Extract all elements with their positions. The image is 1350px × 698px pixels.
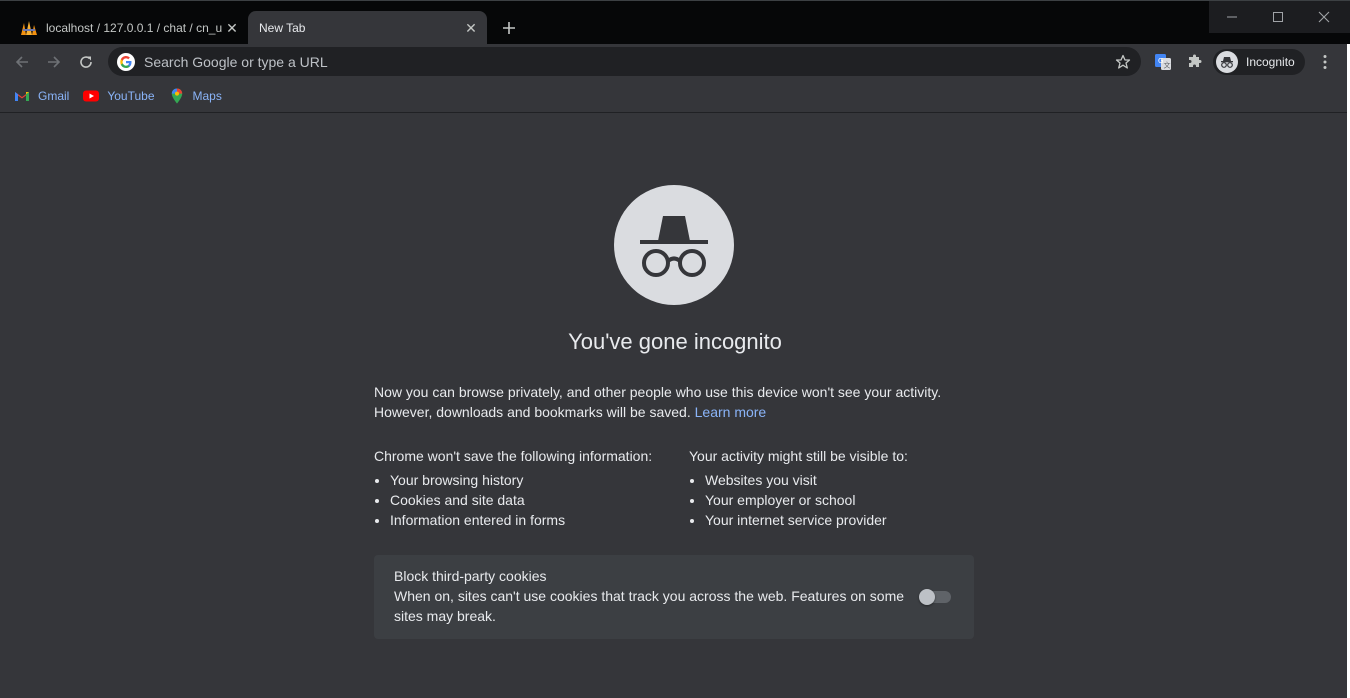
intro-line-1: Now you can browse privately, and other … [374, 384, 942, 400]
bookmark-gmail[interactable]: Gmail [14, 88, 69, 104]
cookies-description: When on, sites can't use cookies that tr… [394, 588, 905, 624]
incognito-avatar-icon [1216, 51, 1238, 73]
list-item: Cookies and site data [390, 490, 674, 510]
back-button[interactable] [8, 48, 36, 76]
not-saved-heading: Chrome won't save the following informat… [374, 448, 653, 464]
toggle-knob [919, 589, 935, 605]
svg-text:文: 文 [1164, 61, 1171, 70]
bookmark-label: Maps [192, 89, 222, 103]
incognito-icon [614, 185, 734, 305]
gmail-icon [14, 88, 30, 104]
incognito-profile-chip[interactable]: Incognito [1213, 49, 1305, 75]
toolbar: G 文 Incognito [0, 44, 1350, 80]
plus-icon [503, 22, 515, 34]
profile-label: Incognito [1246, 55, 1295, 69]
minimize-button[interactable] [1209, 1, 1255, 33]
extensions-puzzle-icon[interactable] [1181, 48, 1209, 76]
tab-title: New Tab [259, 21, 306, 35]
maximize-icon [1273, 12, 1283, 22]
close-window-button[interactable] [1301, 1, 1347, 33]
page-title: You've gone incognito [568, 329, 782, 354]
tab-strip: localhost / 127.0.0.1 / chat / cn_u ✕ Ne… [0, 0, 1350, 45]
reload-button[interactable] [72, 48, 100, 76]
google-icon [117, 52, 135, 71]
tab-title: localhost / 127.0.0.1 / chat / cn_u [46, 21, 223, 35]
intro-line-2: However, downloads and bookmarks will be… [374, 404, 691, 420]
not-saved-list: Chrome won't save the following informat… [374, 446, 674, 530]
close-icon [1318, 11, 1330, 23]
back-arrow-icon [15, 56, 28, 68]
bookmark-label: Gmail [38, 89, 70, 103]
list-item: Your internet service provider [705, 510, 989, 530]
address-input[interactable] [142, 52, 1109, 71]
tab-localhost[interactable]: localhost / 127.0.0.1 / chat / cn_u ✕ [12, 11, 248, 45]
minimize-icon [1227, 16, 1237, 18]
phpmyadmin-icon [20, 19, 38, 37]
tab-new-tab[interactable]: New Tab ✕ [248, 11, 487, 45]
bookmark-maps[interactable]: Maps [169, 88, 222, 104]
block-cookies-toggle[interactable] [919, 589, 951, 605]
omnibox[interactable] [108, 47, 1141, 76]
bookmarks-bar: Gmail YouTube Maps [0, 80, 1350, 113]
bookmark-youtube[interactable]: YouTube [83, 88, 155, 104]
three-dots-icon [1323, 55, 1327, 69]
forward-arrow-icon [48, 56, 61, 68]
list-item: Your browsing history [390, 470, 674, 490]
youtube-icon [83, 88, 100, 104]
learn-more-link[interactable]: Learn more [695, 404, 767, 420]
maps-icon [169, 88, 185, 104]
list-item: Your employer or school [705, 490, 989, 510]
google-translate-icon[interactable]: G 文 [1149, 48, 1177, 76]
new-tab-button[interactable] [497, 16, 521, 40]
bookmark-star-icon[interactable] [1109, 48, 1137, 76]
cookies-title: Block third-party cookies [394, 568, 547, 584]
still-visible-heading: Your activity might still be visible to: [689, 448, 908, 464]
incognito-page: You've gone incognito Now you can browse… [0, 113, 1350, 698]
third-party-cookies-card: Block third-party cookies When on, sites… [374, 555, 974, 639]
still-visible-list: Your activity might still be visible to:… [689, 446, 989, 530]
close-tab-icon[interactable]: ✕ [224, 20, 240, 36]
more-menu-button[interactable] [1311, 48, 1339, 76]
intro-paragraph: Now you can browse privately, and other … [374, 382, 974, 422]
maximize-button[interactable] [1255, 1, 1301, 33]
close-tab-icon[interactable]: ✕ [463, 20, 479, 36]
list-item: Websites you visit [705, 470, 989, 490]
forward-button[interactable] [40, 48, 68, 76]
bookmark-label: YouTube [107, 89, 155, 103]
list-item: Information entered in forms [390, 510, 674, 530]
reload-icon [80, 56, 92, 68]
